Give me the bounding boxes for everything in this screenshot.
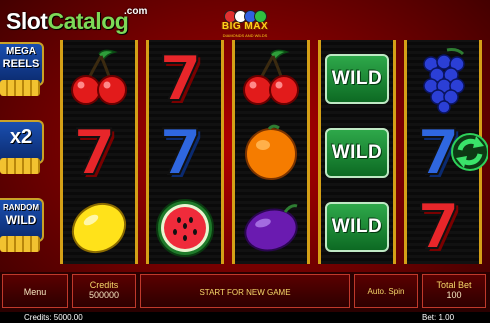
start-button[interactable]: START FOR NEW GAME <box>140 274 350 308</box>
symbol-wild: WILD <box>321 190 393 264</box>
gold-coins-icon <box>0 158 40 174</box>
game-logo-subtitle: DIAMONDS AND WILDS <box>222 33 268 38</box>
wild-label: WILD <box>331 142 383 163</box>
cherry-icon <box>71 49 127 105</box>
credits-value: 500000 <box>88 290 120 300</box>
grapes-icon <box>423 48 465 114</box>
side-feature-multiplier: x2 <box>0 120 44 176</box>
symbol-orange <box>235 116 307 190</box>
watermelon-icon <box>156 199 214 257</box>
credits-label: Credits <box>89 280 119 290</box>
lemon-icon <box>71 202 127 254</box>
brand-catalog-text: Catalog <box>47 8 129 34</box>
reel-2: 7 7 <box>146 40 224 264</box>
symbol-seven-red: 7 <box>72 116 117 189</box>
wild-label: WILD <box>331 68 383 89</box>
auto-spin-label: Auto. Spin <box>367 287 405 296</box>
reload-icon[interactable] <box>446 128 489 176</box>
menu-button[interactable]: Menu <box>2 274 68 308</box>
total-bet-button[interactable]: Total Bet 100 <box>422 274 486 308</box>
symbol-cherry <box>63 42 135 116</box>
gold-coins-icon <box>0 236 40 252</box>
symbol-seven-red: 7 <box>158 42 203 115</box>
symbol-plum <box>235 190 307 264</box>
wild-label: WILD <box>331 216 383 237</box>
status-bar: Credits: 5000.00 Bet: 1.00 <box>0 312 490 323</box>
total-bet-value: 100 <box>446 290 462 300</box>
reel-3 <box>232 40 310 264</box>
brand-slot-text: Slot <box>6 8 48 34</box>
status-bet: Bet: 1.00 <box>422 313 455 322</box>
game-logo-title: BIG MAX <box>221 21 269 32</box>
auto-spin-button[interactable]: Auto. Spin <box>354 274 418 308</box>
header: SlotCatalog .com BIG MAX DIAMONDS AND WI… <box>0 0 490 40</box>
orange-icon <box>245 124 297 180</box>
gold-coins-icon <box>0 80 40 96</box>
symbol-wild: WILD <box>321 116 393 190</box>
side-feature-line1: x2 <box>9 126 33 148</box>
symbol-wild: WILD <box>321 42 393 116</box>
credits-display: Credits 500000 <box>72 274 136 308</box>
reels-area: 7 7 7 WILD WILD WILD 7 7 <box>58 40 488 264</box>
symbol-watermelon <box>149 190 221 264</box>
reel-1: 7 <box>60 40 138 264</box>
symbol-seven-red: 7 <box>416 190 461 263</box>
start-label: START FOR NEW GAME <box>199 288 291 297</box>
symbol-seven-blue: 7 <box>158 116 203 189</box>
total-bet-label: Total Bet <box>436 280 472 290</box>
side-feature-line1: MEGA <box>6 46 36 57</box>
side-feature-line2: REELS <box>2 58 40 70</box>
reel-4: WILD WILD WILD <box>318 40 396 264</box>
plum-icon <box>244 204 298 252</box>
symbol-grapes <box>407 42 479 116</box>
brand-com-text: .com <box>124 6 148 17</box>
status-credits: Credits: 5000.00 <box>24 313 83 322</box>
game-logo: BIG MAX DIAMONDS AND WILDS <box>212 10 278 40</box>
side-feature-random-wild: RANDOM WILD <box>0 198 44 254</box>
cherry-icon <box>243 49 299 105</box>
symbol-cherry <box>235 42 307 116</box>
side-feature-line2: WILD <box>5 213 37 227</box>
side-feature-mega-reels: MEGA REELS <box>0 42 44 98</box>
side-feature-line1: RANDOM <box>3 203 39 212</box>
menu-label: Menu <box>23 287 47 297</box>
slotcatalog-logo: SlotCatalog <box>6 8 129 35</box>
symbol-lemon <box>63 190 135 264</box>
